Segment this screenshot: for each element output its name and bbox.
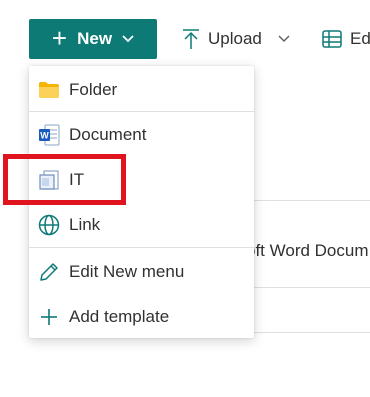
word-document-icon: W — [38, 124, 60, 146]
menu-item-edit-new-menu[interactable]: Edit New menu — [29, 250, 254, 294]
list-row-divider — [254, 287, 370, 288]
menu-divider — [29, 111, 254, 112]
menu-divider — [29, 247, 254, 248]
menu-item-label: Link — [69, 215, 101, 234]
new-button[interactable]: + New — [29, 19, 157, 59]
grid-icon — [322, 30, 342, 48]
menu-item-link[interactable]: Link — [29, 203, 254, 247]
plus-icon — [38, 306, 60, 328]
menu-item-add-template[interactable]: Add template — [29, 295, 254, 339]
menu-item-label: Folder — [69, 80, 118, 99]
menu-item-label: Document — [69, 125, 147, 144]
edit-label: Ed — [350, 29, 370, 48]
globe-icon — [38, 214, 60, 236]
chevron-down-icon — [122, 35, 134, 43]
list-row-divider — [254, 332, 370, 333]
pencil-icon — [38, 261, 60, 283]
menu-item-document[interactable]: W Document — [29, 113, 254, 157]
new-button-label: New — [77, 29, 113, 48]
plus-icon: + — [51, 22, 68, 53]
menu-item-folder[interactable]: Folder — [29, 68, 254, 112]
chevron-down-icon — [278, 35, 290, 42]
highlight-annotation-box — [3, 154, 126, 205]
command-bar: + New Upload Ed — [0, 0, 370, 72]
menu-item-label: Edit New menu — [69, 262, 185, 281]
upload-arrow-icon — [183, 29, 199, 49]
menu-item-label: Add template — [69, 307, 170, 326]
list-row-divider — [254, 200, 370, 201]
svg-text:W: W — [40, 131, 49, 141]
folder-icon — [38, 79, 60, 101]
list-item-text[interactable]: oft Word Docum — [246, 241, 370, 261]
upload-label: Upload — [208, 29, 262, 48]
upload-button[interactable]: Upload — [182, 19, 290, 59]
edit-in-grid-view-button[interactable]: Ed — [322, 19, 370, 59]
